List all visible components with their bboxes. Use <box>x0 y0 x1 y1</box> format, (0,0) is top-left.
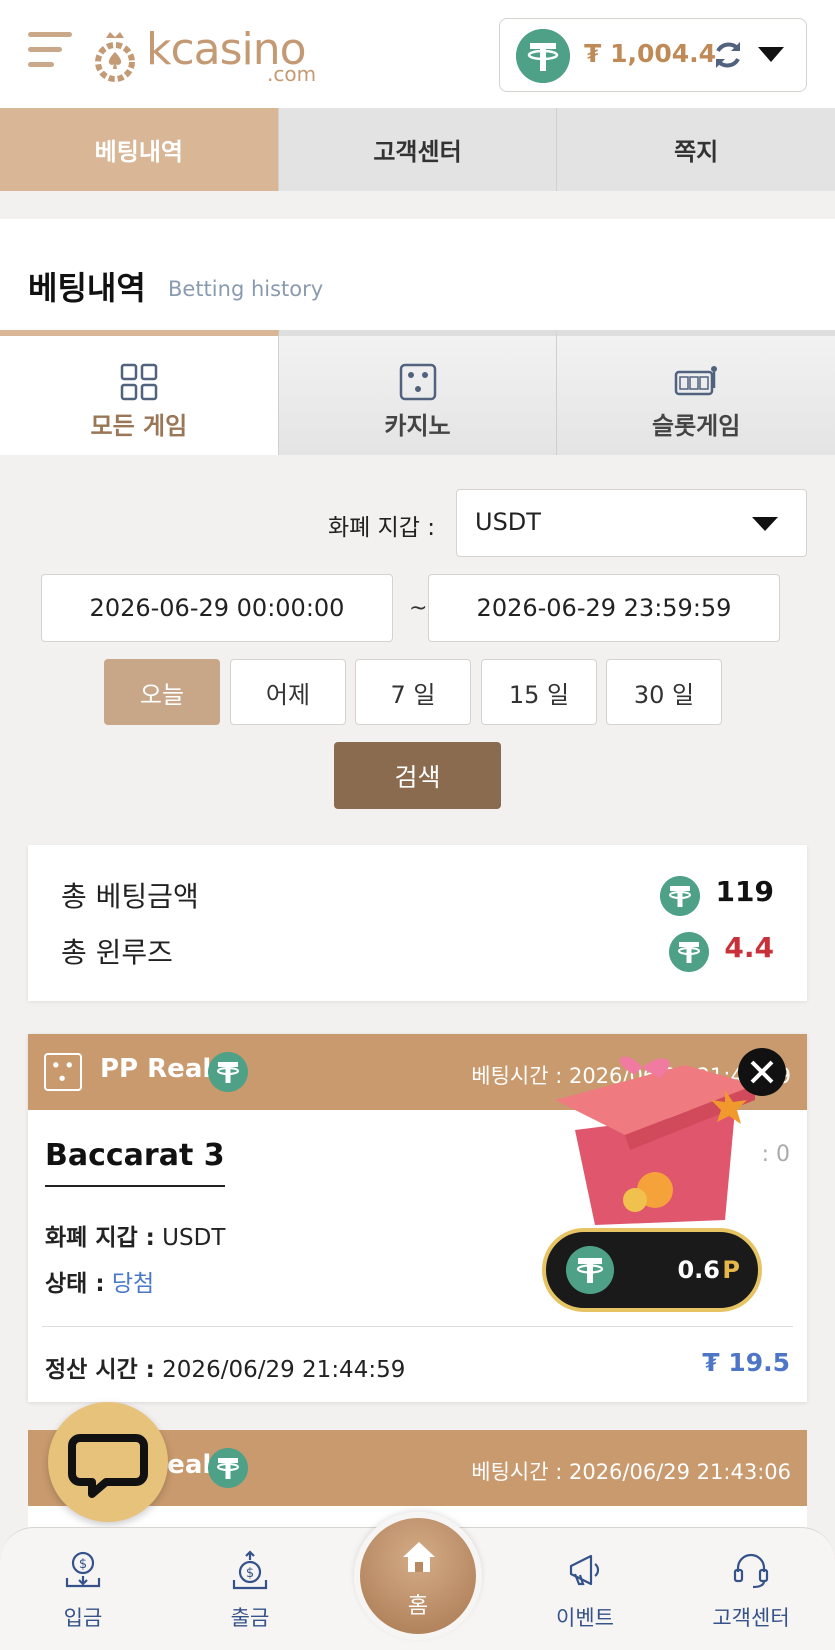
close-icon[interactable] <box>738 1048 786 1096</box>
range-today-button[interactable]: 오늘 <box>104 659 220 725</box>
bet-settle-row: 정산 시간 : 2026/06/29 21:44:59 <box>45 1350 405 1384</box>
tether-icon <box>208 1448 248 1488</box>
tab-slots[interactable]: 슬롯게임 <box>557 330 835 455</box>
wallet-amount: ₮ 1,004.4 <box>584 39 717 68</box>
logo-sub: .com <box>267 62 317 86</box>
nav-support[interactable]: 고객센터 <box>686 1538 816 1638</box>
date-separator: ~ <box>409 596 428 621</box>
tab-slots-label: 슬롯게임 <box>652 412 741 440</box>
search-button[interactable]: 검색 <box>334 742 501 809</box>
tether-icon <box>516 29 570 83</box>
wallet-balance[interactable]: ₮ 1,004.4 <box>499 18 807 92</box>
refresh-icon[interactable] <box>710 37 746 73</box>
svg-text:$: $ <box>246 1566 254 1581</box>
chat-icon <box>68 1434 148 1498</box>
range-7days-button[interactable]: 7 일 <box>355 659 471 725</box>
bet-game-name: Baccarat 3 <box>45 1138 225 1187</box>
currency-value: USDT <box>475 508 541 536</box>
total-winloss-label: 총 윈루즈 <box>61 936 173 969</box>
bet-status-value: 당첨 <box>104 1271 155 1297</box>
tab-betting-history[interactable]: 베팅내역 <box>0 108 279 191</box>
logo-icon <box>95 32 135 82</box>
tab-casino-label: 카지노 <box>384 412 451 440</box>
range-yesterday-button[interactable]: 어제 <box>230 659 346 725</box>
nav-home-label: 홈 <box>407 1594 429 1619</box>
tether-icon <box>660 876 700 916</box>
bet-status-row: 상태 : 당첨 <box>45 1264 154 1298</box>
total-bet-label: 총 베팅금액 <box>61 880 199 913</box>
headset-icon <box>733 1553 769 1589</box>
deposit-icon: $ <box>65 1551 101 1588</box>
nav-event-label: 이벤트 <box>556 1606 614 1630</box>
page-title-bar: 베팅내역 Betting history <box>0 219 835 330</box>
tab-customer-center[interactable]: 고객센터 <box>278 108 558 191</box>
chat-button[interactable] <box>48 1402 168 1522</box>
tether-icon <box>208 1052 248 1092</box>
nav-event[interactable]: 이벤트 <box>520 1538 650 1638</box>
bet-provider: PP Real <box>100 1054 212 1084</box>
date-to-input[interactable]: 2026-06-29 23:59:59 <box>428 574 780 642</box>
bet-amount: ₮ 19.5 <box>702 1348 790 1377</box>
tab-casino[interactable]: 카지노 <box>278 330 558 455</box>
game-tabs: 모든 게임 카지노 슬롯게임 <box>0 330 835 455</box>
total-bet-value: 119 <box>715 875 774 908</box>
grid-icon <box>120 363 158 401</box>
bet-currency-value: USDT <box>154 1225 226 1251</box>
range-15days-button[interactable]: 15 일 <box>481 659 597 725</box>
date-from-input[interactable]: 2026-06-29 00:00:00 <box>41 574 393 642</box>
page-title: 베팅내역 <box>28 269 146 307</box>
header: kcasino .com ₮ 1,004.4 <box>0 0 835 108</box>
top-tabs: 베팅내역 고객센터 쪽지 <box>0 108 835 191</box>
point-unit: P <box>722 1256 740 1284</box>
nav-deposit-label: 입금 <box>63 1606 103 1630</box>
nav-withdraw-label: 출금 <box>230 1606 270 1630</box>
currency-label: 화폐 지갑 : <box>328 515 436 541</box>
withdraw-icon: $ <box>232 1550 268 1590</box>
total-winloss-value: 4.4 <box>724 931 774 964</box>
summary-panel: 총 베팅금액 119 총 윈루즈 4.4 <box>28 845 807 1001</box>
chevron-down-icon <box>752 517 778 531</box>
logo[interactable]: kcasino .com <box>92 22 332 88</box>
tab-messages[interactable]: 쪽지 <box>557 108 835 191</box>
bet-settle-value: 2026/06/29 21:44:59 <box>154 1357 406 1383</box>
chevron-down-icon[interactable] <box>758 47 784 62</box>
bet-status-label: 상태 : <box>45 1271 105 1297</box>
close-icon-glyph <box>750 1060 774 1084</box>
divider <box>42 1326 793 1327</box>
nav-withdraw[interactable]: $ 출금 <box>185 1538 315 1638</box>
dice-icon <box>44 1053 82 1091</box>
bet-currency-row: 화폐 지갑 : USDT <box>45 1218 225 1252</box>
currency-select[interactable]: USDT <box>456 489 807 557</box>
tab-all-games-label: 모든 게임 <box>90 412 188 440</box>
bet-time: 베팅시간 : 2026/06/29 21:43:06 <box>471 1460 791 1484</box>
dice-icon <box>399 363 436 401</box>
nav-home[interactable]: 홈 <box>354 1512 482 1640</box>
megaphone-icon <box>569 1554 600 1586</box>
point-badge[interactable]: 0.6 P <box>542 1228 762 1312</box>
menu-icon[interactable] <box>28 32 72 76</box>
bet-settle-label: 정산 시간 : <box>45 1357 155 1383</box>
page-subtitle: Betting history <box>168 277 324 301</box>
slot-machine-icon <box>674 366 718 396</box>
tab-all-games[interactable]: 모든 게임 <box>0 330 279 455</box>
tether-icon <box>669 932 709 972</box>
home-icon <box>403 1542 435 1572</box>
bet-currency-label: 화폐 지갑 : <box>45 1225 155 1251</box>
point-value: 0.6 <box>677 1256 720 1284</box>
tether-icon <box>566 1246 614 1294</box>
nav-support-label: 고객센터 <box>712 1606 790 1630</box>
nav-deposit[interactable]: $ 입금 <box>18 1538 148 1638</box>
range-30days-button[interactable]: 30 일 <box>606 659 722 725</box>
svg-text:$: $ <box>79 1557 87 1572</box>
